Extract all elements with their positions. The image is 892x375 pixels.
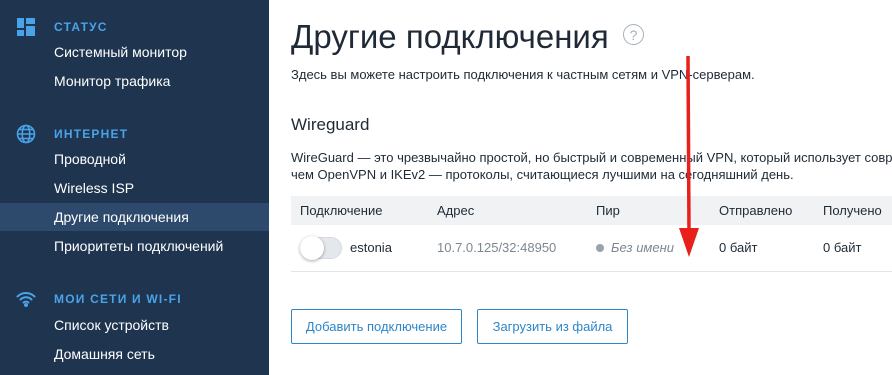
- add-connection-button[interactable]: Добавить подключение: [291, 309, 462, 344]
- column-header-received: Получено: [823, 203, 882, 218]
- table-header: Подключение Адрес Пир Отправлено Получен…: [291, 196, 892, 225]
- wireguard-section-title: Wireguard: [291, 115, 370, 134]
- sidebar-item-wired[interactable]: Проводной: [0, 145, 269, 173]
- sidebar: СТАТУС Системный монитор Монитор трафика…: [0, 0, 269, 375]
- upload-from-file-button[interactable]: Загрузить из файла: [477, 309, 628, 344]
- wireguard-description-line-2: чем OpenVPN и IKEv2 — протоколы, считающ…: [291, 167, 794, 182]
- toggle-knob: [300, 236, 324, 260]
- help-icon[interactable]: ?: [623, 24, 644, 45]
- sidebar-item-home-network[interactable]: Домашняя сеть: [0, 340, 269, 368]
- sidebar-item-system-monitor[interactable]: Системный монитор: [0, 38, 269, 66]
- connection-sent: 0 байт: [719, 240, 758, 255]
- table-row[interactable]: estonia 10.7.0.125/32:48950 Без имени 0 …: [291, 225, 892, 272]
- section-title: СТАТУС: [54, 20, 108, 34]
- globe-icon: [16, 124, 36, 144]
- wireguard-description: WireGuard — это чрезвычайно простой, но …: [291, 149, 892, 183]
- peer-name: Без имени: [611, 240, 674, 255]
- connection-name[interactable]: estonia: [350, 240, 392, 255]
- page-description: Здесь вы можете настроить подключения к …: [291, 67, 755, 82]
- section-header-my-networks: МОИ СЕТИ И WI-FI: [16, 288, 182, 310]
- column-header-connection: Подключение: [300, 203, 383, 218]
- connection-peer: Без имени: [596, 240, 674, 255]
- section-header-internet: ИНТЕРНЕТ: [16, 123, 128, 145]
- main-content: Другие подключения ? Здесь вы можете нас…: [269, 0, 892, 375]
- sidebar-item-device-list[interactable]: Список устройств: [0, 311, 269, 339]
- section-title: МОИ СЕТИ И WI-FI: [54, 292, 182, 306]
- wifi-icon: [16, 289, 36, 309]
- sidebar-item-traffic-monitor[interactable]: Монитор трафика: [0, 67, 269, 95]
- sidebar-item-wireless-isp[interactable]: Wireless ISP: [0, 174, 269, 202]
- page-title: Другие подключения: [291, 18, 609, 55]
- column-header-sent: Отправлено: [719, 203, 793, 218]
- column-header-peer: Пир: [596, 203, 620, 218]
- section-header-status: СТАТУС: [16, 16, 108, 38]
- sidebar-item-connection-priorities[interactable]: Приоритеты подключений: [0, 232, 269, 260]
- sidebar-item-other-connections[interactable]: Другие подключения: [0, 203, 269, 231]
- wireguard-description-line-1: WireGuard — это чрезвычайно простой, но …: [291, 150, 892, 165]
- section-title: ИНТЕРНЕТ: [54, 127, 129, 141]
- connection-received: 0 байт: [823, 240, 862, 255]
- peer-status-dot: [596, 243, 604, 252]
- connection-toggle[interactable]: [300, 236, 342, 260]
- connection-address: 10.7.0.125/32:48950: [437, 240, 557, 255]
- column-header-address: Адрес: [437, 203, 475, 218]
- dashboard-icon: [16, 17, 36, 37]
